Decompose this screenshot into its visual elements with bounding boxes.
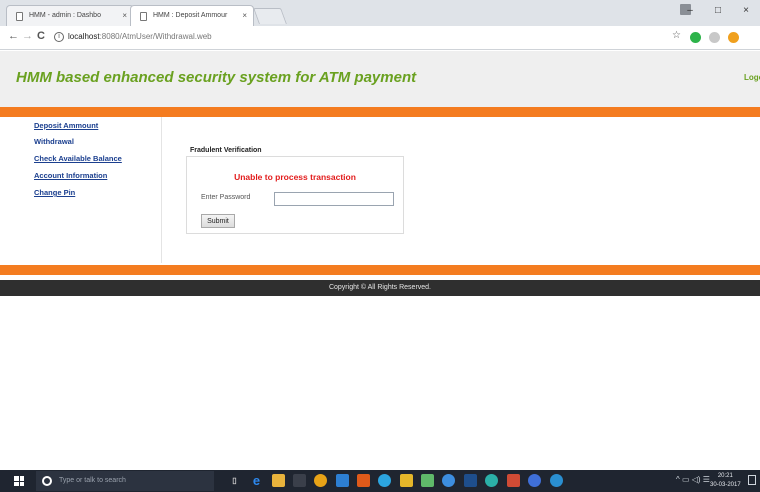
notification-icon[interactable] [748,475,756,485]
url-host: localhost [68,32,100,41]
new-tab-button[interactable] [253,8,287,24]
app-icon-globe[interactable] [442,474,455,487]
clock-date: 30-03-2017 [710,482,741,488]
header-divider [0,107,760,117]
maximize-button[interactable]: □ [704,0,732,26]
sidebar-item-change-pin[interactable]: Change Pin [34,188,75,197]
search-placeholder: Type or talk to search [59,477,126,484]
tab-label: HMM - admin : Dashbo [29,12,101,19]
taskbar: Type or talk to search ▯ e ^ ▭ ◁) ☰ 20:2… [0,470,760,492]
back-button[interactable]: ← [8,30,19,42]
sidebar-item-account-info[interactable]: Account Information [34,171,107,180]
sidebar-menu: Deposit Ammount Withdrawal Check Availab… [0,117,162,263]
forward-button[interactable]: → [22,30,33,42]
sidebar-item-deposit[interactable]: Deposit Ammount [34,121,98,130]
file-explorer-icon[interactable] [272,474,285,487]
site-header: HMM based enhanced security system for A… [0,51,760,107]
tab-deposit-ammount[interactable]: HMM : Deposit Ammour × [130,5,254,26]
extension-green-icon[interactable] [690,32,701,43]
edge-icon[interactable]: e [250,474,263,487]
verification-form: Unable to process transaction Enter Pass… [186,156,404,234]
app-icon-red[interactable] [507,474,520,487]
photoshop-icon[interactable] [464,474,477,487]
store-icon[interactable] [293,474,306,487]
site-footer: Copyright © All Rights Reserved. [0,280,760,296]
tab-close-icon[interactable]: × [122,11,127,20]
logout-link[interactable]: Logout [744,73,760,82]
error-message: Unable to process transaction [234,172,356,182]
taskbar-search[interactable]: Type or talk to search [36,471,214,491]
task-view-icon[interactable]: ▯ [228,474,241,487]
app-icon-green[interactable] [421,474,434,487]
cortana-icon [42,476,52,486]
password-input[interactable] [274,192,394,206]
taskbar-clock[interactable]: 20:21 30-03-2017 [710,472,741,490]
clock-time: 20:21 [717,473,733,479]
app-icon-blue[interactable] [336,474,349,487]
app-icon-teal[interactable] [485,474,498,487]
chrome-icon[interactable] [378,474,391,487]
app-icon-yellow[interactable] [314,474,327,487]
address-bar: ← → C i localhost:8080/AtmUser/Withdrawa… [0,26,760,50]
url-field[interactable]: localhost:8080/AtmUser/Withdrawal.web [68,32,212,41]
password-label: Enter Password [201,194,251,201]
sidebar-item-check-balance[interactable]: Check Available Balance [34,154,122,163]
tab-label: HMM : Deposit Ammour [153,12,228,19]
submit-button[interactable]: Submit [201,214,235,228]
web-page: HMM based enhanced security system for A… [0,51,760,470]
bookmark-star-icon[interactable]: ☆ [672,30,681,41]
sidebar-item-withdrawal[interactable]: Withdrawal [34,137,74,146]
footer-divider [0,265,760,275]
reload-button[interactable]: C [37,30,45,42]
app-icon-circle-lightblue[interactable] [550,474,563,487]
app-icon-orange[interactable] [357,474,370,487]
extension-gray-icon[interactable] [709,32,720,43]
site-title: HMM based enhanced security system for A… [16,69,417,86]
window-controls: – □ × [676,0,760,26]
tab-admin-dashboard[interactable]: HMM - admin : Dashbo × [6,5,134,26]
browser-tab-bar: HMM - admin : Dashbo × HMM : Deposit Amm… [0,0,760,26]
windows-start-icon[interactable] [14,476,24,486]
form-title: Fradulent Verification [190,147,262,154]
system-tray-icons[interactable]: ^ ▭ ◁) ☰ [676,475,710,484]
extension-orange-icon[interactable] [728,32,739,43]
url-path: :8080/AtmUser/Withdrawal.web [99,32,212,41]
info-icon[interactable]: i [54,32,64,42]
page-icon [16,12,23,21]
tab-close-icon[interactable]: × [242,11,247,20]
copyright-text: Copyright © All Rights Reserved. [328,284,432,291]
app-icon-circle-blue[interactable] [528,474,541,487]
minimize-button[interactable]: – [676,0,704,26]
close-window-button[interactable]: × [732,0,760,26]
app-icon-gold[interactable] [400,474,413,487]
page-icon [140,12,147,21]
